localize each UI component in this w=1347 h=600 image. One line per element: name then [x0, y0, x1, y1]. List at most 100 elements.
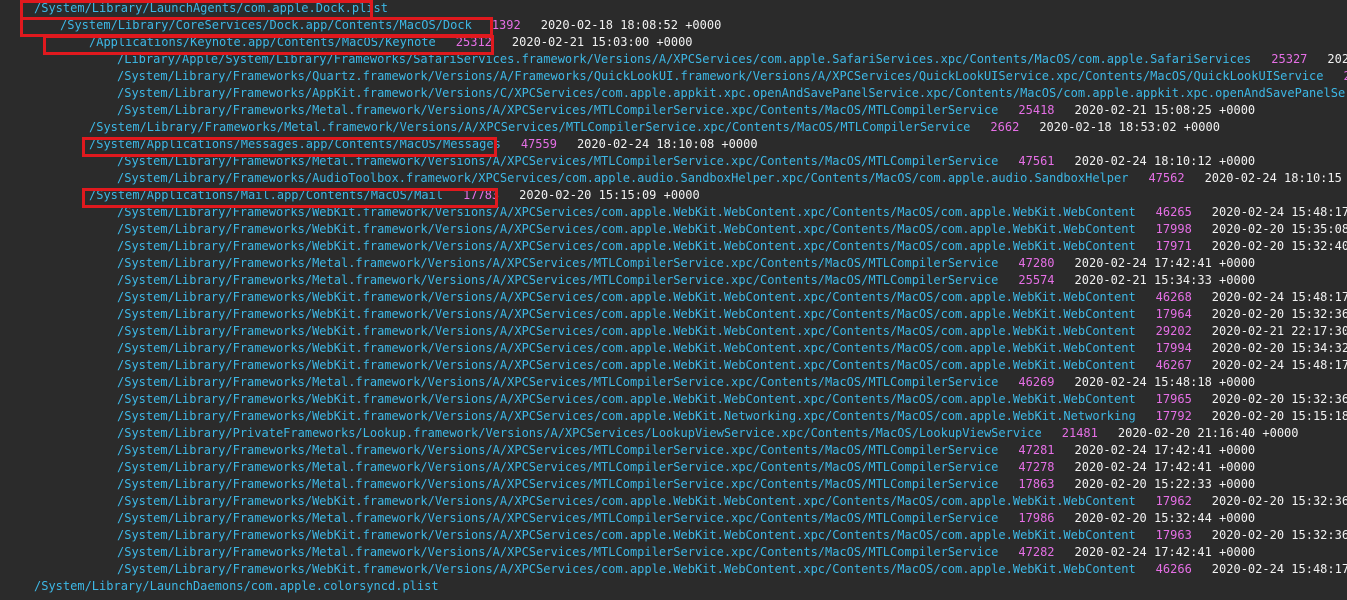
process-row: /System/Library/Frameworks/Metal.framewo…: [0, 374, 1347, 391]
process-start-time: 2020-02-21 15:03:00 +0000: [511, 35, 693, 49]
process-start-time: 2020-02-20 15:32:36 +000: [1211, 307, 1347, 321]
process-pid: 25312: [455, 35, 492, 49]
process-row: /System/Library/Frameworks/AppKit.framew…: [0, 85, 1347, 102]
process-start-time: 2020-02-: [1327, 52, 1347, 66]
process-tree: /System/Library/LaunchAgents/com.apple.D…: [0, 0, 1347, 595]
process-start-time: 2020-02-20 15:32:36 +000: [1211, 528, 1347, 542]
process-row: /System/Library/Frameworks/WebKit.framew…: [0, 561, 1347, 578]
process-start-time: 2020-02-24 18:10:08 +0000: [576, 137, 758, 151]
process-path: /System/Library/Frameworks/WebKit.framew…: [117, 562, 1136, 576]
process-start-time: 2020-02-20 15:22:33 +0000: [1074, 477, 1256, 491]
process-start-time: 2020-02-20 15:32:44 +0000: [1074, 511, 1256, 525]
process-start-time: 2020-02-21 15:34:33 +0000: [1074, 273, 1256, 287]
process-path: /System/Library/Frameworks/WebKit.framew…: [117, 528, 1136, 542]
process-row: /System/Library/Frameworks/WebKit.framew…: [0, 527, 1347, 544]
process-row: /System/Library/Frameworks/WebKit.framew…: [0, 391, 1347, 408]
process-row: /System/Library/LaunchDaemons/com.apple.…: [0, 578, 1347, 595]
process-pid: 1392: [491, 18, 521, 32]
process-row: /Applications/Keynote.app/Contents/MacOS…: [0, 34, 1347, 51]
process-row: /System/Library/Frameworks/Metal.framewo…: [0, 102, 1347, 119]
process-row: /System/Library/Frameworks/WebKit.framew…: [0, 493, 1347, 510]
process-row: /System/Library/PrivateFrameworks/Lookup…: [0, 425, 1347, 442]
process-pid: 17963: [1155, 528, 1192, 542]
process-path: /Applications/Keynote.app/Contents/MacOS…: [89, 35, 436, 49]
process-row: /System/Applications/Messages.app/Conten…: [0, 136, 1347, 153]
process-pid: 25574: [1018, 273, 1055, 287]
process-start-time: 2020-02-24 17:42:41 +0000: [1074, 545, 1256, 559]
process-row: /System/Library/Frameworks/WebKit.framew…: [0, 323, 1347, 340]
process-path: /System/Library/Frameworks/Metal.framewo…: [117, 443, 999, 457]
process-start-time: 2020-02-20 15:32:36 +000: [1211, 494, 1347, 508]
process-path: /System/Library/Frameworks/WebKit.framew…: [117, 494, 1136, 508]
process-pid: 21481: [1061, 426, 1098, 440]
process-row: /System/Library/Frameworks/WebKit.framew…: [0, 306, 1347, 323]
process-row: /System/Library/CoreServices/Dock.app/Co…: [0, 17, 1347, 34]
process-start-time: 2020-02-21 22:17:30 +000: [1211, 324, 1347, 338]
process-start-time: 2020-02-20 15:32:40 +000: [1211, 239, 1347, 253]
process-row: /System/Library/Frameworks/Metal.framewo…: [0, 510, 1347, 527]
process-pid: 47559: [520, 137, 557, 151]
process-path: /System/Library/Frameworks/WebKit.framew…: [117, 392, 1136, 406]
process-path: /System/Library/Frameworks/WebKit.framew…: [117, 324, 1136, 338]
process-row: /System/Library/Frameworks/WebKit.framew…: [0, 340, 1347, 357]
process-path: /System/Library/CoreServices/Dock.app/Co…: [60, 18, 472, 32]
process-path: /System/Library/Frameworks/Metal.framewo…: [117, 154, 999, 168]
process-path: /System/Library/Frameworks/Metal.framewo…: [117, 375, 999, 389]
process-pid: 47278: [1018, 460, 1055, 474]
process-row: /System/Library/Frameworks/Metal.framewo…: [0, 544, 1347, 561]
process-pid: 25418: [1018, 103, 1055, 117]
process-path: /System/Library/Frameworks/WebKit.framew…: [117, 239, 1136, 253]
process-pid: 17994: [1155, 341, 1192, 355]
process-pid: 46266: [1155, 562, 1192, 576]
process-path: /System/Library/Frameworks/Metal.framewo…: [89, 120, 971, 134]
process-start-time: 2020-02-20 15:15:09 +0000: [519, 188, 700, 202]
process-path: /System/Library/LaunchAgents/com.apple.D…: [34, 1, 389, 15]
process-row: /System/Applications/Mail.app/Contents/M…: [0, 187, 1347, 204]
process-start-time: 2020-02-20 21:16:40 +0000: [1117, 426, 1299, 440]
process-path: /System/Library/Frameworks/WebKit.framew…: [117, 358, 1136, 372]
process-start-time: 2020-02-20 15:15:18 +000: [1211, 409, 1347, 423]
process-start-time: 2020-02-24 17:42:41 +0000: [1074, 256, 1256, 270]
process-start-time: 2020-02-24 17:42:41 +0000: [1074, 443, 1256, 457]
process-row: /System/Library/Frameworks/WebKit.framew…: [0, 221, 1347, 238]
process-pid: 29202: [1155, 324, 1192, 338]
process-pid: 17792: [1155, 409, 1192, 423]
process-pid: 47280: [1018, 256, 1055, 270]
process-row: /System/Library/Frameworks/WebKit.framew…: [0, 289, 1347, 306]
process-row: /System/Library/Frameworks/WebKit.framew…: [0, 408, 1347, 425]
process-pid: 46268: [1155, 290, 1192, 304]
process-row: /System/Library/Frameworks/Quartz.framew…: [0, 68, 1347, 85]
process-start-time: 2020-02-24 18:10:15 +0000: [1204, 171, 1342, 185]
process-start-time: 2020-02-24 15:48:17 +000: [1211, 562, 1347, 576]
process-pid: 17986: [1018, 511, 1055, 525]
process-start-time: 2020-02-24 17:42:41 +0000: [1074, 460, 1256, 474]
process-pid: 47561: [1018, 154, 1055, 168]
process-row: /System/Library/Frameworks/Metal.framewo…: [0, 459, 1347, 476]
process-start-time: 2020-02-24 15:48:17 +000: [1211, 205, 1347, 219]
process-start-time: 2020-02-21 15:08:25 +0000: [1074, 103, 1256, 117]
process-start-time: 2020-02-18 18:53:02 +0000: [1039, 120, 1220, 134]
process-start-time: 2020-02-24 15:48:18 +0000: [1074, 375, 1256, 389]
process-path: /System/Library/LaunchDaemons/com.apple.…: [34, 579, 439, 593]
process-start-time: 2020-02-24 15:48:17 +000: [1211, 290, 1347, 304]
process-path: /System/Applications/Messages.app/Conten…: [89, 137, 501, 151]
process-pid: 17783: [463, 188, 500, 202]
process-pid: 46269: [1018, 375, 1055, 389]
process-path: /System/Library/Frameworks/Metal.framewo…: [117, 273, 999, 287]
process-pid: 47282: [1018, 545, 1055, 559]
process-path: /System/Library/Frameworks/WebKit.framew…: [117, 290, 1136, 304]
process-path: /System/Library/Frameworks/WebKit.framew…: [117, 222, 1136, 236]
process-row: /System/Library/Frameworks/AudioToolbox.…: [0, 170, 1347, 187]
process-pid: 17965: [1155, 392, 1192, 406]
process-pid: 25327: [1271, 52, 1308, 66]
process-pid: 47281: [1018, 443, 1055, 457]
process-pid: 2662: [990, 120, 1020, 134]
process-start-time: 2020-02-24 15:48:17 +000: [1211, 358, 1347, 372]
terminal-output: /System/Library/LaunchAgents/com.apple.D…: [0, 0, 1347, 600]
process-pid: 25314: [1344, 69, 1347, 83]
process-path: /System/Library/Frameworks/WebKit.framew…: [117, 307, 1136, 321]
process-row: /System/Library/Frameworks/Metal.framewo…: [0, 255, 1347, 272]
process-path: /System/Library/Frameworks/AppKit.framew…: [117, 86, 1347, 100]
process-path: /System/Library/Frameworks/WebKit.framew…: [117, 205, 1136, 219]
process-pid: 17962: [1155, 494, 1192, 508]
